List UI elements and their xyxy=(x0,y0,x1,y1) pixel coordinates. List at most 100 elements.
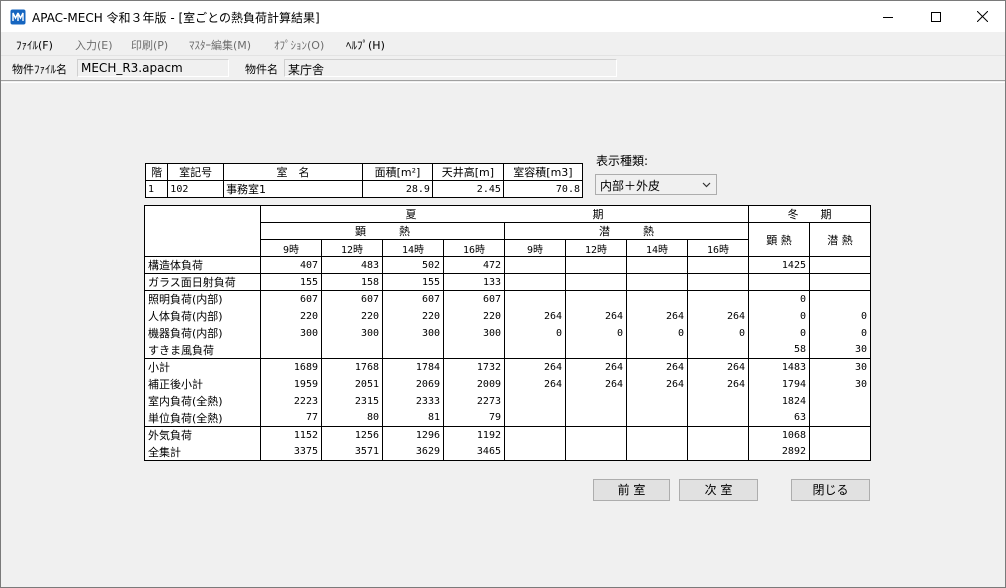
close-button[interactable]: 閉じる xyxy=(791,479,870,501)
summer-latent-cell: 264 xyxy=(504,358,566,376)
display-type-select[interactable]: 内部＋外皮 xyxy=(595,174,717,195)
summer-latent-cell xyxy=(565,443,627,461)
menu-print[interactable]: 印刷(P) xyxy=(131,37,168,53)
load-group: 構造体負荷 407 483 502 472 1425 xyxy=(144,256,871,274)
row-label: 補正後小計 xyxy=(144,375,261,393)
menu-options[interactable]: ｵﾌﾟｼｮﾝ(O) xyxy=(274,37,324,53)
table-row: 外気負荷 1152 1256 1296 1192 1068 xyxy=(144,426,871,444)
winter-latent-cell xyxy=(809,392,871,410)
room-code: 102 xyxy=(167,180,225,198)
title-bar: APAC-MECH 令和３年版 - [室ごとの熱負荷計算結果] xyxy=(1,1,1005,32)
summer-sensible-cell: 607 xyxy=(443,290,505,308)
summer-latent-cell xyxy=(687,443,749,461)
table-row: 単位負荷(全熱) 77 80 81 79 63 xyxy=(144,409,871,427)
table-row: 補正後小計 1959 2051 2069 2009 264 264 264 264 1794 30 xyxy=(144,375,871,393)
load-group: 小計 1689 1768 1784 1732 264 264 264 264 1483 30 補正後小… xyxy=(144,358,871,427)
summer-latent-cell xyxy=(626,392,688,410)
summer-latent-cell xyxy=(504,341,566,359)
header-winter-latent: 潜 熱 xyxy=(809,222,871,257)
header-hour: 16時 xyxy=(443,239,505,257)
summer-latent-cell: 264 xyxy=(687,307,749,325)
prev-room-button[interactable]: 前 室 xyxy=(593,479,670,501)
summer-sensible-cell xyxy=(443,341,505,359)
room-header-code: 室記号 xyxy=(167,163,225,181)
summer-latent-cell xyxy=(565,392,627,410)
winter-sensible-cell: 63 xyxy=(748,409,810,427)
summer-sensible-cell: 1689 xyxy=(260,358,322,376)
room-floor: 1 xyxy=(144,180,169,198)
summer-sensible-cell: 220 xyxy=(443,307,505,325)
row-label: 構造体負荷 xyxy=(144,256,261,274)
summer-sensible-cell: 220 xyxy=(321,307,383,325)
winter-sensible-cell: 1794 xyxy=(748,375,810,393)
table-row: 人体負荷(内部) 220 220 220 220 264 264 264 264 0 0 xyxy=(144,307,871,325)
summer-latent-cell: 0 xyxy=(687,324,749,342)
summer-sensible-cell: 158 xyxy=(321,273,383,291)
summer-sensible-cell: 502 xyxy=(382,256,444,274)
menu-help[interactable]: ﾍﾙﾌﾟ(H) xyxy=(346,37,385,53)
room-header-volume: 室容積[m3] xyxy=(502,163,584,181)
room-header-name: 室 名 xyxy=(223,163,363,181)
summer-sensible-cell: 77 xyxy=(260,409,322,427)
menu-bar: ﾌｧｲﾙ(F) 入力(E) 印刷(P) ﾏｽﾀｰ編集(M) ｵﾌﾟｼｮﾝ(O) … xyxy=(1,32,1005,56)
summer-sensible-cell xyxy=(321,341,383,359)
winter-latent-cell: 30 xyxy=(809,375,871,393)
display-type-label: 表示種類: xyxy=(596,154,649,168)
summer-latent-cell xyxy=(626,290,688,308)
maximize-button[interactable] xyxy=(913,1,959,32)
winter-latent-cell: 0 xyxy=(809,324,871,342)
summer-sensible-cell: 2223 xyxy=(260,392,322,410)
summer-sensible-cell: 1192 xyxy=(443,426,505,444)
close-window-button[interactable] xyxy=(959,1,1005,32)
summer-latent-cell xyxy=(687,426,749,444)
header-summer-latent: 潜 熱 xyxy=(504,222,749,240)
header-hour: 14時 xyxy=(626,239,688,257)
summer-latent-cell: 264 xyxy=(565,358,627,376)
winter-sensible-cell: 1068 xyxy=(748,426,810,444)
summer-sensible-cell: 1784 xyxy=(382,358,444,376)
row-label: 室内負荷(全熱) xyxy=(144,392,261,410)
winter-latent-cell xyxy=(809,409,871,427)
maximize-icon xyxy=(931,11,941,22)
row-label: 機器負荷(内部) xyxy=(144,324,261,342)
menu-master-edit[interactable]: ﾏｽﾀｰ編集(M) xyxy=(189,37,251,53)
summer-latent-cell xyxy=(504,290,566,308)
summer-sensible-cell: 607 xyxy=(260,290,322,308)
winter-sensible-cell: 58 xyxy=(748,341,810,359)
summer-sensible-cell: 472 xyxy=(443,256,505,274)
summer-latent-cell xyxy=(687,392,749,410)
summer-latent-cell xyxy=(626,443,688,461)
row-label: 単位負荷(全熱) xyxy=(144,409,261,427)
summer-sensible-cell: 80 xyxy=(321,409,383,427)
summer-latent-cell: 264 xyxy=(687,358,749,376)
summer-latent-cell: 264 xyxy=(626,358,688,376)
winter-latent-cell: 30 xyxy=(809,358,871,376)
next-room-button[interactable]: 次 室 xyxy=(679,479,758,501)
summer-sensible-cell: 2273 xyxy=(443,392,505,410)
header-corner xyxy=(144,205,261,257)
menu-input[interactable]: 入力(E) xyxy=(75,37,113,53)
table-row: 室内負荷(全熱) 2223 2315 2333 2273 1824 xyxy=(144,392,871,410)
summer-latent-cell: 264 xyxy=(626,375,688,393)
client-area: 階 室記号 室 名 面積[m²] 天井高[m] 室容積[m3] 1 102 事務… xyxy=(1,82,1005,587)
winter-latent-cell: 0 xyxy=(809,307,871,325)
summer-sensible-cell: 2333 xyxy=(382,392,444,410)
summer-sensible-cell: 1959 xyxy=(260,375,322,393)
summer-sensible-cell: 2069 xyxy=(382,375,444,393)
row-label: すきま風負荷 xyxy=(144,341,261,359)
winter-latent-cell xyxy=(809,273,871,291)
minimize-button[interactable] xyxy=(865,1,911,32)
header-hour: 14時 xyxy=(382,239,444,257)
winter-sensible-cell: 1483 xyxy=(748,358,810,376)
summer-latent-cell xyxy=(504,392,566,410)
header-hour: 12時 xyxy=(565,239,627,257)
summer-latent-cell xyxy=(565,290,627,308)
summer-sensible-cell: 300 xyxy=(260,324,322,342)
row-label: 小計 xyxy=(144,358,261,376)
app-logo-icon xyxy=(10,9,26,25)
summer-latent-cell xyxy=(687,290,749,308)
summer-sensible-cell: 2051 xyxy=(321,375,383,393)
summer-sensible-cell: 607 xyxy=(382,290,444,308)
menu-file[interactable]: ﾌｧｲﾙ(F) xyxy=(16,37,53,53)
table-row: 機器負荷(内部) 300 300 300 300 0 0 0 0 0 0 xyxy=(144,324,871,342)
